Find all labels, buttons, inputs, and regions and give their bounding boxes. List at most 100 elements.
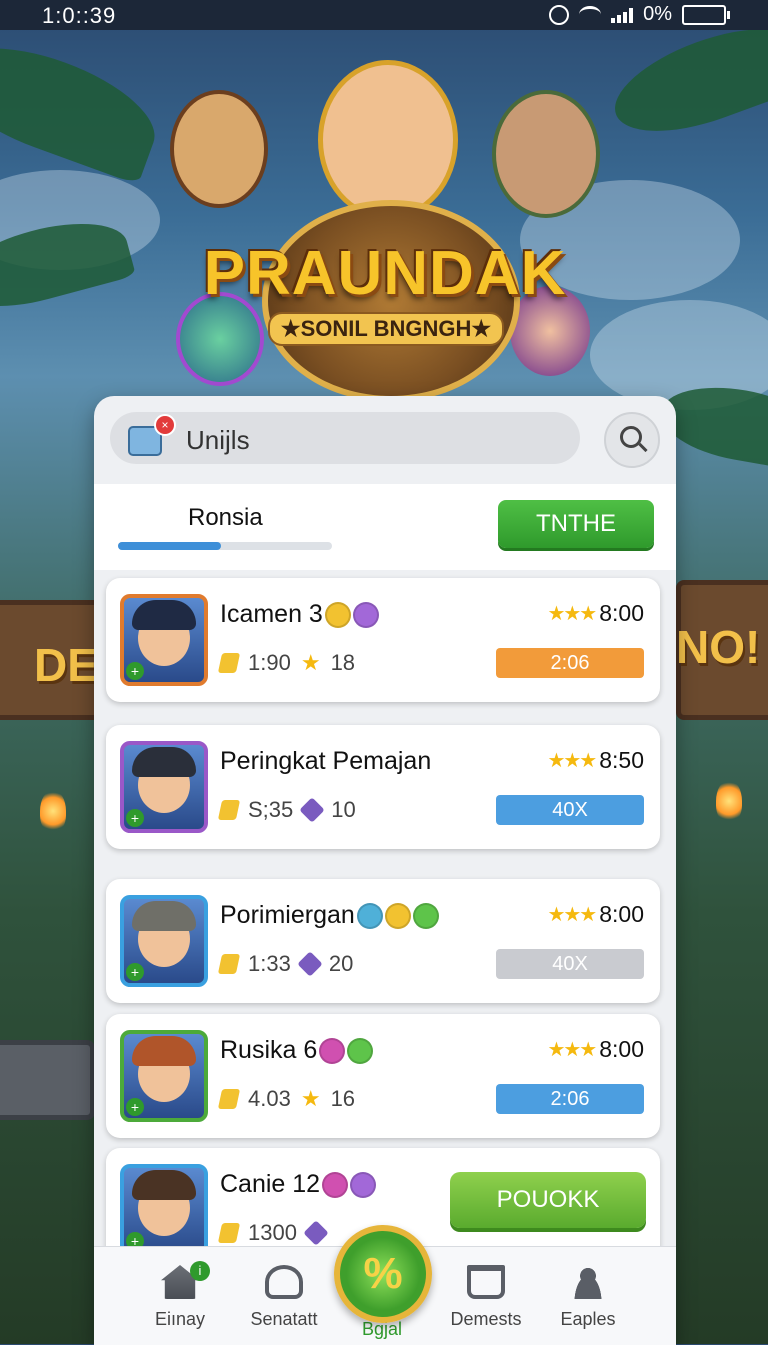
gem-icon [217,653,241,673]
nav-item-center[interactable]: % Bgjal [330,1225,434,1340]
hero-character-right [492,90,600,218]
nav-item-cart[interactable]: Demests [434,1265,538,1330]
player-name-text: Rusika 6 [220,1036,318,1064]
nav-item-profile[interactable]: Senatatt [232,1265,336,1330]
cube-icon [299,797,325,823]
coin-icon [384,903,411,930]
player-stats: 1:90 ★ 18 [217,650,356,676]
player-rating-value: 8:50 [599,747,644,773]
coin-icon [352,602,379,629]
rating-stars-icon: ★★★ [547,603,597,625]
game-title: PRAUNDAK [203,239,567,308]
gem-icon [217,800,241,820]
bottom-navigation: i Eiınay Senatatt % Bgjal Demests Eaples [94,1225,676,1345]
gem-icon [217,1223,241,1243]
battery-icon [682,4,730,25]
player-action-button[interactable]: POUOKK [450,1172,646,1228]
player-rating-value: 8:00 [599,901,644,927]
player-rating: ★★★ 8:00 [547,1036,644,1063]
player-avatar: + [120,594,208,686]
player-tag[interactable]: 2:06 [496,1084,644,1114]
avatar-hair [132,901,196,931]
search-button[interactable] [604,412,660,468]
player-rating: ★★★ 8:00 [547,901,644,928]
hero-character-left [170,90,268,208]
cube-icon [303,1220,329,1246]
filter-action-button[interactable]: TNTHE [498,500,654,548]
hero-character-center [318,60,458,220]
player-card[interactable]: + Peringkat Pemajan S;35 10 ★★★ 8:50 40X [106,725,660,849]
player-name: Icamen 3 [220,600,379,629]
player-stat-secondary: 18 [330,650,356,675]
player-stat-secondary: 16 [330,1086,356,1111]
alarm-icon [549,4,570,25]
sign-right-text: NO! [676,621,761,673]
player-rating: ★★★ 8:50 [547,747,644,774]
nav-label-home: Eiınay [154,1309,206,1329]
player-name: Porimiergan [220,901,439,930]
player-tag[interactable]: 40X [496,795,644,825]
player-card[interactable]: + Porimiergan 1:33 20 ★★★ 8:00 40X [106,879,660,1003]
avatar-hair [132,600,196,630]
player-name-text: Icamen 3 [220,600,323,628]
status-time: 1:0::39 [42,3,117,28]
player-card[interactable]: + Icamen 3 1:90 ★ 18 ★★★ 8:00 2:06 [106,578,660,702]
plus-badge-icon: + [126,809,144,827]
player-stat-primary: S;35 [248,797,294,822]
percent-icon[interactable]: % [334,1225,432,1323]
player-stats: S;35 10 [217,797,356,823]
avatar-hair [132,1170,196,1200]
cube-icon [297,951,323,977]
nav-label-user: Eaples [560,1309,616,1329]
player-tag[interactable]: 2:06 [496,648,644,678]
leaderboard-panel: × Unijls Ronsia TNTHE + Icamen 3 1:90 ★ 18 ★★… [94,396,676,1344]
player-name: Rusika 6 [220,1036,374,1065]
gem-icon [217,1089,241,1109]
wifi-icon [579,6,602,23]
nav-label-profile: Senatatt [250,1309,318,1329]
avatar-hair [132,1036,196,1066]
rating-stars-icon: ★★★ [547,904,597,926]
filter-label: Ronsia [188,504,263,531]
game-subtitle: ★SONIL BNGNGH★ [268,312,504,346]
home-badge: i [190,1261,210,1281]
player-avatar: + [120,741,208,833]
coin-icon [322,1172,349,1199]
coin-icon [319,1038,346,1065]
rating-stars-icon: ★★★ [547,750,597,772]
player-name-text: Porimiergan [220,901,355,929]
signal-icon [611,7,634,23]
search-notification-badge: × [154,414,176,436]
profile-icon [265,1265,303,1299]
player-rating-value: 8:00 [599,600,644,626]
player-stats: 1:33 20 [217,951,353,977]
filter-progress-bar [118,542,332,550]
player-avatar: + [120,895,208,987]
player-stat-primary: 4.03 [248,1086,291,1111]
coin-icon [350,1172,377,1199]
filter-progress-fill [118,542,221,550]
player-stats: 1300 [217,1220,335,1246]
plus-badge-icon: + [126,662,144,680]
filter-row: Ronsia TNTHE [94,484,676,570]
player-rating-value: 8:00 [599,1036,644,1062]
player-stat-primary: 1300 [248,1220,297,1245]
coin-icon [324,602,351,629]
rating-stars-icon: ★★★ [547,1039,597,1061]
search-bar[interactable]: × Unijls [110,412,580,464]
player-card[interactable]: + Rusika 6 4.03 ★ 16 ★★★ 8:00 2:06 [106,1014,660,1138]
player-name-text: Peringkat Pemajan [220,747,432,775]
search-input[interactable]: Unijls [186,425,250,456]
nav-item-home[interactable]: i Eiınay [128,1261,232,1330]
star-icon: ★ [300,1086,321,1111]
player-tag[interactable]: 40X [496,949,644,979]
player-stats: 4.03 ★ 16 [217,1086,356,1112]
coin-icon [412,903,439,930]
nav-item-user[interactable]: Eaples [536,1265,640,1330]
player-stat-secondary: 10 [331,797,356,822]
gem-icon [217,954,241,974]
player-name: Peringkat Pemajan [220,747,431,776]
player-rating: ★★★ 8:00 [547,600,644,627]
nav-label-cart: Demests [450,1309,522,1329]
battery-percent: 0% [643,3,672,25]
